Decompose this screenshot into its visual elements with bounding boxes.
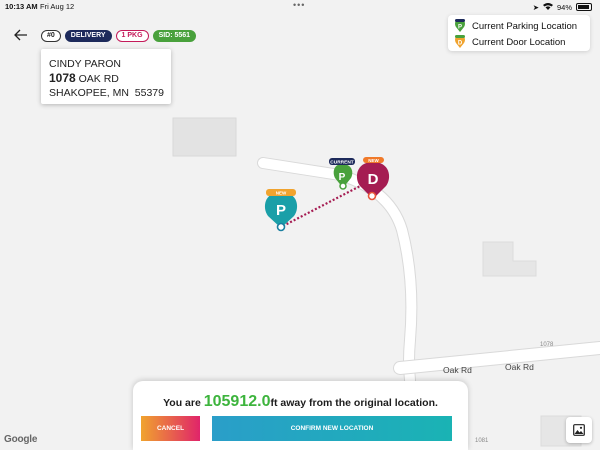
- status-bar: 10:13 AM Fri Aug 12 ••• ➤ 94%: [0, 0, 600, 12]
- status-date: Fri Aug 12: [40, 2, 75, 11]
- pin-p-letter-current: P: [339, 172, 346, 183]
- road-label-oak-rd-1: Oak Rd: [443, 365, 472, 375]
- street-name: OAK RD: [78, 73, 119, 85]
- confirm-new-location-button[interactable]: CONFIRM NEW LOCATION: [212, 416, 452, 441]
- delivery-badge: DELIVERY: [64, 30, 112, 42]
- city-line: SHAKOPEE, MN 55379: [49, 87, 164, 99]
- building-1: [172, 117, 237, 157]
- distance-value: 105912.0: [203, 393, 271, 410]
- back-button[interactable]: [10, 24, 32, 46]
- new-tag-door-label: NEW: [368, 158, 379, 163]
- stop-badges: #0 DELIVERY 1 PKG SID: 5561: [41, 30, 197, 42]
- house-number-1081: 1081: [475, 438, 489, 444]
- house-number: 1078: [49, 71, 76, 85]
- stop-number-badge: #0: [41, 30, 61, 42]
- legend-d-letter: D: [458, 41, 463, 47]
- google-logo: Google: [4, 434, 38, 445]
- wifi-icon: [542, 2, 553, 12]
- distance-message: You are 105912.0ft away from the origina…: [133, 393, 468, 411]
- legend-parking: P Current Parking Location: [454, 19, 577, 33]
- current-tag-label: CURRENT: [330, 160, 354, 166]
- photo-button[interactable]: [566, 417, 592, 443]
- distance-suffix: ft away from the original location.: [270, 397, 438, 409]
- battery-fill: [578, 5, 590, 9]
- legend-parking-label: Current Parking Location: [472, 20, 578, 32]
- map-legend: P Current Parking Location D Current Doo…: [448, 15, 590, 51]
- address-card: CINDY PARON 1078 OAK RD SHAKOPEE, MN 553…: [41, 49, 171, 104]
- street-line: 1078 OAK RD: [49, 71, 171, 86]
- house-number-1078: 1078: [540, 342, 554, 348]
- door-pin-icon: D: [455, 35, 465, 48]
- confirm-panel: You are 105912.0ft away from the origina…: [133, 381, 468, 450]
- pin-p-letter-new: P: [276, 202, 286, 219]
- location-arrow-icon: ➤: [532, 2, 539, 12]
- image-icon: [573, 424, 585, 436]
- pin-d-letter: D: [368, 171, 379, 188]
- battery-icon: [576, 3, 592, 11]
- legend-door: D Current Door Location: [454, 35, 565, 49]
- legend-door-label: Current Door Location: [472, 36, 566, 48]
- multitask-dots-icon[interactable]: •••: [293, 0, 305, 10]
- back-arrow-icon: [14, 29, 27, 41]
- status-time: 10:13 AM: [5, 2, 38, 11]
- parking-pin-icon: P: [455, 19, 465, 32]
- new-tag-parking-label: NEW: [276, 191, 287, 196]
- status-right: ➤ 94%: [533, 2, 592, 12]
- cancel-button[interactable]: CANCEL: [141, 416, 200, 441]
- distance-prefix: You are: [163, 397, 204, 409]
- legend-p-letter: P: [458, 25, 462, 31]
- sid-badge: SID: 5561: [152, 30, 197, 42]
- battery-percent: 94%: [556, 2, 572, 12]
- customer-name: CINDY PARON: [49, 58, 121, 70]
- road-label-oak-rd-2: Oak Rd: [505, 362, 534, 372]
- package-count-badge: 1 PKG: [115, 30, 149, 42]
